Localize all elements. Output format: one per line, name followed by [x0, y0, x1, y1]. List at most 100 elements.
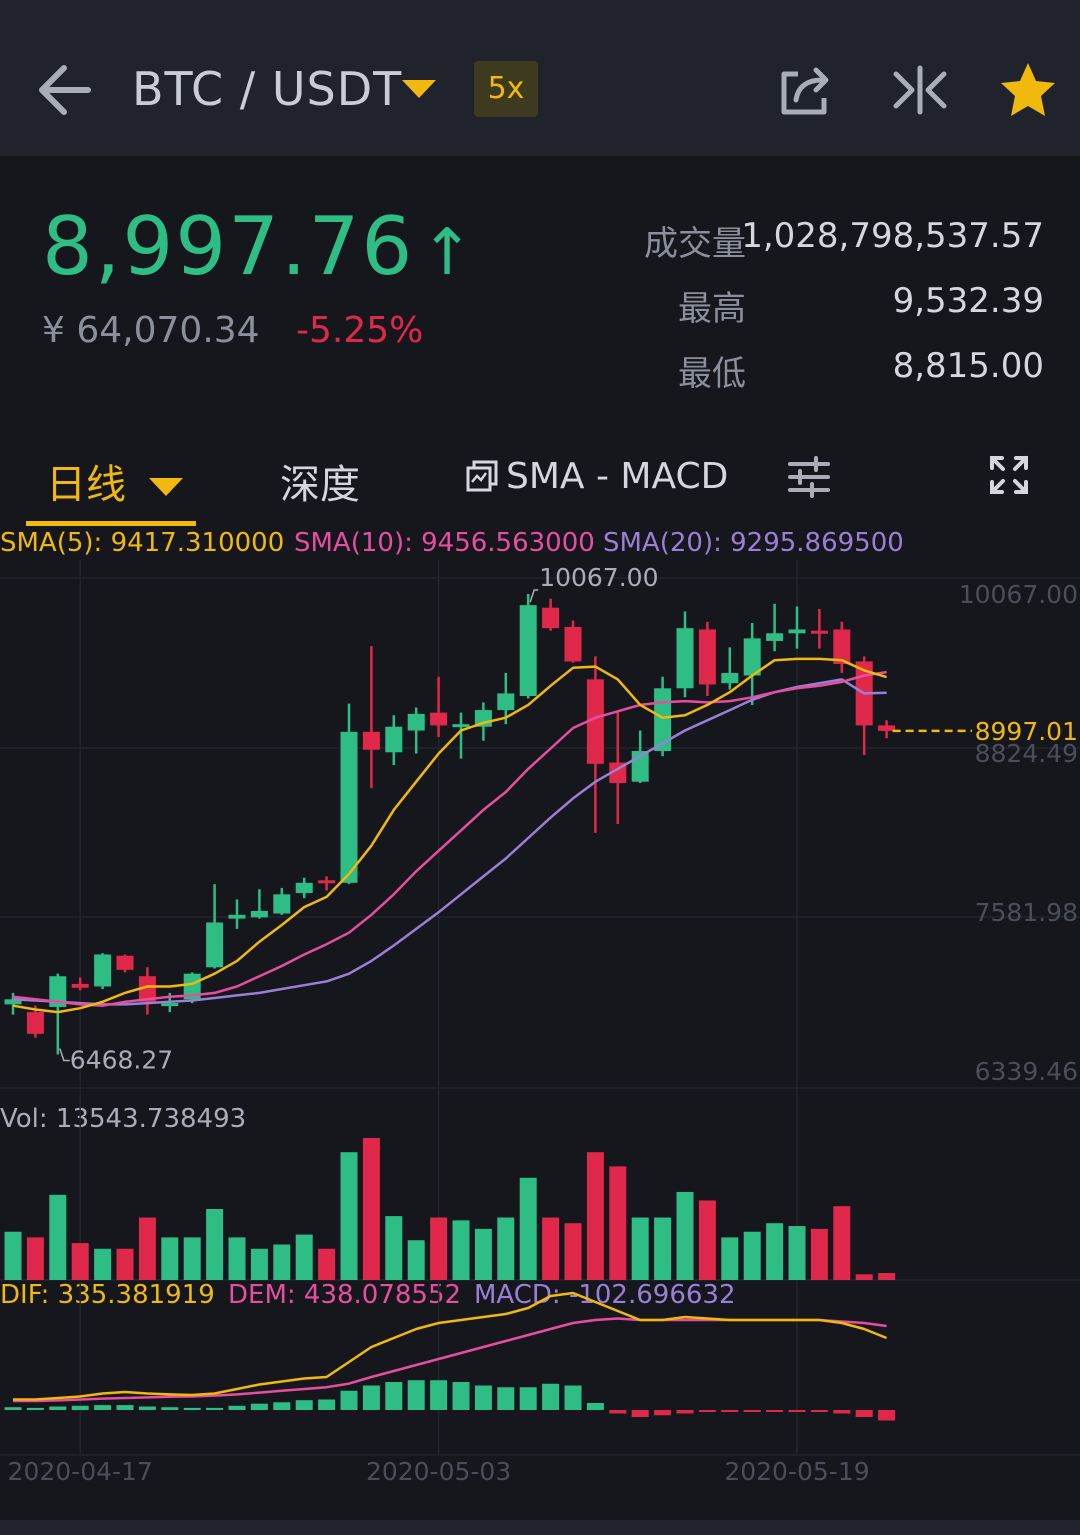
volume-bar — [407, 1240, 425, 1280]
macd-bar — [474, 1385, 492, 1410]
candle-body — [116, 955, 134, 970]
date-tick-label: 2020-04-17 — [8, 1457, 153, 1486]
high-marker-tick — [529, 589, 539, 603]
date-tick-label: 2020-05-03 — [366, 1457, 511, 1486]
sma10-line — [12, 670, 887, 1007]
macd-bar — [586, 1403, 604, 1410]
volume-bar — [430, 1217, 448, 1280]
candle-body — [676, 628, 694, 689]
macd-bar — [94, 1405, 112, 1410]
candle-body — [340, 731, 358, 883]
volume-bar — [474, 1228, 492, 1280]
macd-bar — [497, 1387, 515, 1410]
macd-bar — [26, 1407, 44, 1410]
volume-bar — [878, 1273, 896, 1280]
volume-bar — [94, 1248, 112, 1280]
macd-lines — [13, 1291, 888, 1403]
sma-lines — [12, 657, 972, 1014]
macd-bar — [385, 1382, 403, 1410]
candle-body — [295, 882, 313, 894]
candle-body — [385, 726, 403, 753]
price-tick-label: 7581.98 — [975, 898, 1078, 927]
volume-bar — [564, 1223, 582, 1280]
macd-bar — [766, 1410, 784, 1412]
volume-bar — [116, 1248, 134, 1280]
volume-bar — [833, 1206, 851, 1280]
volume-bar — [183, 1237, 201, 1280]
macd-bar — [161, 1407, 179, 1410]
volume-bar — [542, 1217, 560, 1280]
candle-body — [407, 713, 425, 731]
volume-bar — [609, 1166, 627, 1280]
date-tick-label: 2020-05-19 — [724, 1457, 869, 1486]
candle-body — [878, 725, 896, 731]
macd-bar — [49, 1406, 67, 1410]
candle-body — [430, 712, 448, 726]
last-price-label: 8997.01 — [975, 717, 1078, 746]
macd-bar — [542, 1383, 560, 1410]
bottom-strip — [0, 1520, 1080, 1535]
candle-body — [721, 672, 739, 684]
volume-bar — [318, 1248, 336, 1280]
candle-body — [26, 1012, 44, 1034]
volume-bar — [676, 1191, 694, 1280]
candle-body — [519, 605, 537, 696]
macd-bar — [4, 1407, 22, 1410]
volume-bar — [721, 1237, 739, 1280]
volume-bar — [295, 1234, 313, 1280]
macd-bar — [71, 1405, 89, 1410]
low-marker-tick — [59, 1048, 70, 1062]
candle-body — [497, 693, 515, 711]
kline-chart[interactable]: 10067.008824.497581.986339.468997.011006… — [0, 0, 1080, 1520]
volume-bar — [452, 1220, 470, 1280]
macd-bar — [519, 1387, 537, 1410]
macd-bar — [452, 1382, 470, 1410]
volume-bar — [161, 1237, 179, 1280]
volume-bar — [385, 1216, 403, 1280]
price-tick-label: 6339.46 — [975, 1057, 1078, 1086]
volume-bar — [4, 1231, 22, 1280]
macd-bar — [810, 1410, 828, 1412]
macd-bar — [407, 1380, 425, 1410]
volume-bars — [4, 1138, 896, 1280]
sma5-line — [12, 657, 887, 1014]
macd-bar — [564, 1385, 582, 1410]
volume-bar — [654, 1217, 672, 1280]
macd-bar — [318, 1399, 336, 1410]
candle-body — [161, 1003, 179, 1007]
volume-bar — [766, 1223, 784, 1280]
volume-bar — [138, 1217, 156, 1280]
axis-labels: 10067.008824.497581.986339.468997.011006… — [8, 563, 1078, 1486]
macd-bar — [788, 1410, 806, 1412]
macd-bar — [138, 1406, 156, 1410]
candle-body — [766, 633, 784, 641]
candle-body — [810, 630, 828, 634]
volume-bar — [206, 1209, 224, 1280]
high-marker-label: 10067.00 — [539, 563, 658, 592]
macd-bar — [116, 1405, 134, 1410]
candle-body — [564, 626, 582, 662]
macd-bar — [340, 1390, 358, 1410]
macd-bar — [228, 1405, 246, 1410]
macd-bar — [878, 1410, 896, 1421]
candle-body — [71, 983, 89, 988]
macd-bar — [631, 1410, 649, 1417]
volume-bar — [26, 1237, 44, 1280]
macd-bar — [855, 1410, 873, 1417]
volume-bar — [71, 1243, 89, 1280]
candle-body — [94, 954, 112, 987]
low-marker-label: 6468.27 — [70, 1046, 173, 1075]
candle-body — [654, 688, 672, 752]
candle-body — [788, 629, 806, 634]
volume-bar — [340, 1152, 358, 1280]
volume-bar — [631, 1217, 649, 1280]
macd-bar — [362, 1385, 380, 1410]
macd-bar — [833, 1410, 851, 1414]
macd-bar — [676, 1410, 694, 1414]
price-tick-label: 10067.00 — [959, 580, 1078, 609]
volume-bar — [855, 1274, 873, 1280]
candle-body — [228, 914, 246, 919]
volume-bar — [362, 1138, 380, 1280]
volume-bar — [49, 1194, 67, 1280]
dif-line — [13, 1291, 888, 1401]
